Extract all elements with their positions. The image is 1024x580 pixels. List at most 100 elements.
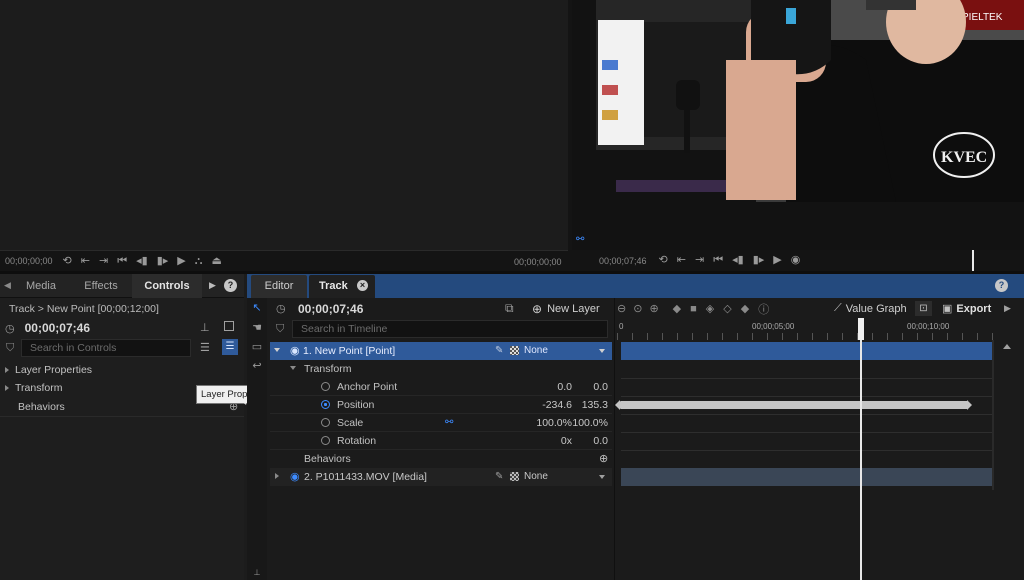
vertical-scrollbar[interactable] <box>1000 340 1014 580</box>
go-start-icon[interactable]: ⏮ <box>713 250 723 271</box>
keyframe-toggle-icon[interactable] <box>321 418 330 427</box>
record-icon[interactable]: ◉ <box>791 250 801 271</box>
step-back-icon[interactable]: ◂▮ <box>732 250 744 271</box>
filter-icon[interactable]: ⛉ <box>276 323 284 336</box>
keyframe-toggle-icon[interactable] <box>321 382 330 391</box>
property-row[interactable]: Anchor Point 0.0 0.0 <box>270 378 612 396</box>
playhead[interactable] <box>860 318 862 580</box>
tab-media[interactable]: Media <box>18 274 64 298</box>
play-icon[interactable]: ▶ <box>773 250 781 271</box>
property-value-1[interactable]: 0.0 <box>557 381 572 393</box>
info-icon[interactable]: ⓘ <box>758 301 769 317</box>
pen-icon[interactable]: ✎ <box>495 471 503 482</box>
value-graph-button[interactable]: ⟋ Value Graph <box>834 301 907 316</box>
blend-mode-select[interactable]: None <box>524 345 548 356</box>
help-icon[interactable]: ? <box>995 279 1008 292</box>
overwrite-icon[interactable]: ⏏ <box>211 251 221 272</box>
play-icon[interactable]: ▶ <box>177 251 185 272</box>
property-value-1[interactable]: 0x <box>561 435 572 447</box>
new-layer-button[interactable]: ⊕ New Layer <box>532 301 600 316</box>
tab-effects[interactable]: Effects <box>72 274 130 298</box>
property-value-2[interactable]: 0.0 <box>593 435 608 447</box>
keyframe-toggle-icon[interactable] <box>321 436 330 445</box>
program-scrub-playhead[interactable] <box>972 250 974 271</box>
hand-tool-icon[interactable]: ☚ <box>250 321 264 334</box>
linear-keyframe-icon[interactable]: ◆ <box>673 302 681 315</box>
layer-2-clip[interactable] <box>621 468 992 486</box>
zoom-fit-icon[interactable]: ⊡ <box>915 301 932 316</box>
property-value-1[interactable]: 100.0% <box>536 417 572 429</box>
layer-name[interactable]: 1. New Point [Point] <box>303 345 395 357</box>
auto-keyframe-icon[interactable]: ◆ <box>741 302 749 315</box>
tab-controls[interactable]: Controls <box>132 274 202 298</box>
tabs-scroll-left-icon[interactable]: ◀ <box>4 280 11 291</box>
hold-keyframe-icon[interactable]: ■ <box>690 303 697 315</box>
control-item-transform[interactable]: Transform <box>5 379 62 397</box>
set-in-icon[interactable]: ⇤ <box>81 251 90 272</box>
close-tab-icon[interactable]: × <box>357 280 368 291</box>
property-value-2[interactable]: 100.0% <box>572 417 608 429</box>
select-tool-icon[interactable]: ↖ <box>250 301 264 314</box>
blend-dropdown-icon[interactable] <box>599 349 605 353</box>
scroll-up-icon[interactable] <box>1003 344 1011 349</box>
property-row[interactable]: Rotation 0x 0.0 <box>270 432 612 450</box>
slip-tool-icon[interactable]: ▭ <box>250 340 264 353</box>
pen-icon[interactable]: ✎ <box>495 345 503 356</box>
set-in-icon[interactable]: ⇤ <box>677 250 686 271</box>
controls-timecode[interactable]: 00;00;07;46 <box>25 321 90 335</box>
layer-1-clip[interactable] <box>621 342 992 360</box>
loop-icon[interactable]: ⟲ <box>63 251 72 272</box>
list-view-icon[interactable]: ☰ <box>200 341 210 354</box>
pin-icon[interactable]: ⊥ <box>200 321 210 334</box>
layer-name[interactable]: 2. P1011433.MOV [Media] <box>304 471 427 483</box>
add-behavior-icon[interactable]: ⊕ <box>599 452 608 465</box>
smooth-keyframe-icon[interactable]: ◇ <box>723 302 731 315</box>
next-keyframe-icon[interactable]: ⊕ <box>649 302 658 315</box>
property-value-2[interactable]: 135.3 <box>582 399 608 411</box>
composite-shot-icon[interactable]: ⧉ <box>505 301 514 316</box>
go-start-icon[interactable]: ⏮ <box>117 251 127 272</box>
ease-keyframe-icon[interactable]: ◈ <box>706 302 714 315</box>
set-out-icon[interactable]: ⇥ <box>695 250 704 271</box>
step-back-icon[interactable]: ◂▮ <box>136 251 148 272</box>
position-keyframe-bar[interactable] <box>620 401 968 409</box>
blend-mode-select[interactable]: None <box>524 471 548 482</box>
tabs-scroll-right-icon[interactable]: ▶ <box>209 280 216 291</box>
blend-dropdown-icon[interactable] <box>599 475 605 479</box>
step-forward-icon[interactable]: ▮▸ <box>753 250 765 271</box>
step-forward-icon[interactable]: ▮▸ <box>157 251 169 272</box>
eye-icon[interactable]: ◉ <box>290 344 300 357</box>
razor-tool-icon[interactable]: ↩ <box>250 359 264 372</box>
property-value-2[interactable]: 0.0 <box>593 381 608 393</box>
tool-more-icon[interactable]: ⊥ <box>250 568 264 577</box>
expand-caret-icon[interactable] <box>275 473 279 479</box>
collapse-caret-icon[interactable] <box>274 348 280 352</box>
timeline-timecode[interactable]: 00;00;07;46 <box>298 302 363 316</box>
tab-editor[interactable]: Editor <box>251 275 307 298</box>
collapse-caret-icon[interactable] <box>290 366 296 370</box>
eye-icon[interactable]: ◉ <box>290 470 300 483</box>
loop-icon[interactable]: ⟲ <box>659 250 668 271</box>
help-icon[interactable]: ? <box>224 279 237 292</box>
detail-view-icon[interactable]: ☰ <box>222 339 238 355</box>
more-arrow-icon[interactable]: ▶ <box>1004 303 1011 314</box>
insert-icon[interactable]: ⛬ <box>195 251 203 272</box>
add-keyframe-icon[interactable]: ⊙ <box>633 302 642 315</box>
playhead-handle[interactable] <box>858 318 864 340</box>
prev-keyframe-icon[interactable]: ⊖ <box>617 302 626 315</box>
control-item-layer-properties[interactable]: Layer Properties <box>5 361 92 379</box>
transform-group-label[interactable]: Transform <box>304 363 351 375</box>
set-out-icon[interactable]: ⇥ <box>99 251 108 272</box>
property-row[interactable]: Scale 100.0% 100.0% ⚯ <box>270 414 612 432</box>
time-ruler[interactable]: 0 00;00;05;00 00;00;10;00 <box>617 318 994 340</box>
property-value-1[interactable]: -234.6 <box>542 399 572 411</box>
panel-layout-icon[interactable] <box>224 321 234 331</box>
link-viewers-icon[interactable]: ⚯ <box>576 234 588 246</box>
controls-search-input[interactable]: Search in Controls <box>21 339 191 357</box>
property-row[interactable]: Position -234.6 135.3 <box>270 396 612 414</box>
export-button[interactable]: ▣ Export <box>942 301 991 316</box>
link-scale-icon[interactable]: ⚯ <box>445 417 453 428</box>
keyframe-enabled-icon[interactable] <box>321 400 330 409</box>
filter-icon[interactable]: ⛉ <box>6 342 14 355</box>
control-item-behaviors[interactable]: Behaviors <box>18 398 65 416</box>
